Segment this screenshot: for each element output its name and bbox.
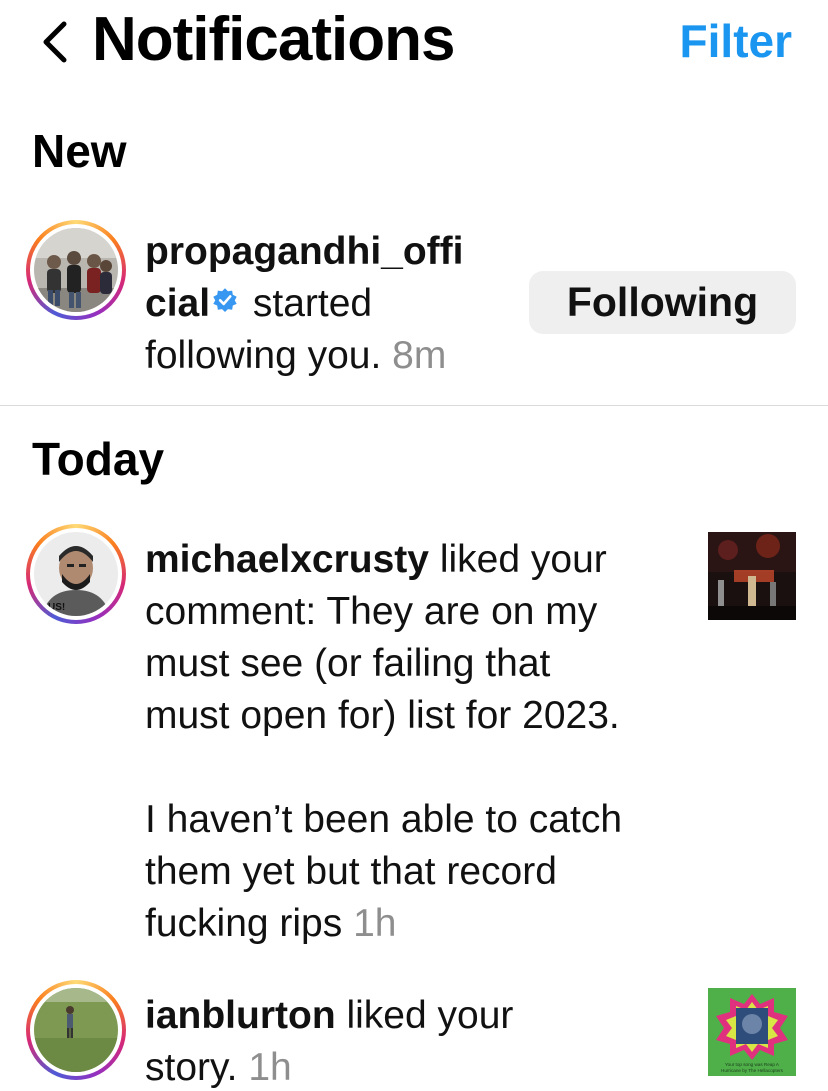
- comment-text-line: I haven’t been able to catch: [145, 798, 623, 841]
- thumb-caption: Your top song was Reap A: [725, 1062, 780, 1067]
- username[interactable]: michaelxcrusty: [145, 538, 429, 581]
- avatar[interactable]: [26, 220, 126, 320]
- filter-button[interactable]: Filter: [680, 14, 792, 68]
- action-text: started: [242, 282, 373, 325]
- username-continued[interactable]: cial: [145, 282, 210, 325]
- timestamp: 1h: [353, 902, 397, 945]
- section-title-new: New: [32, 125, 127, 177]
- avatar-image: [34, 988, 118, 1072]
- divider: [0, 405, 828, 406]
- comment-text-line: must see (or failing that: [145, 642, 551, 685]
- verified-badge-icon: [213, 288, 237, 313]
- following-button[interactable]: Following: [529, 271, 796, 334]
- comment-text-line: them yet but that record: [145, 850, 557, 893]
- chevron-left-icon: [43, 21, 67, 63]
- back-button[interactable]: [36, 16, 76, 68]
- notification-item-comment-like[interactable]: US! michaelxcrusty liked your comment: T…: [0, 524, 828, 964]
- action-text-continued: following you.: [145, 334, 382, 377]
- comment-text-line: liked your: [429, 538, 607, 581]
- page-title: Notifications: [92, 5, 455, 74]
- thumb-caption: Hurricane by The Hellacopters: [721, 1068, 784, 1073]
- comment-text-line: must open for) list for 2023.: [145, 694, 620, 737]
- notifications-screen: Notifications Filter New propagandhi_off…: [0, 0, 828, 1091]
- notification-text: michaelxcrusty liked your comment: They …: [145, 534, 685, 950]
- username[interactable]: ianblurton: [145, 994, 336, 1037]
- action-text-continued: story.: [145, 1046, 238, 1089]
- notification-item-story-like[interactable]: ianblurton liked your story. 1h Your top…: [0, 980, 828, 1091]
- notification-text: ianblurton liked your story. 1h: [145, 990, 685, 1091]
- post-thumbnail[interactable]: [708, 532, 796, 620]
- comment-text-line: fucking rips: [145, 902, 343, 945]
- timestamp: 8m: [392, 334, 447, 377]
- action-text: liked your: [335, 994, 514, 1037]
- username[interactable]: propagandhi_offi: [145, 230, 463, 273]
- avatar-image: US!: [34, 532, 118, 616]
- header: Notifications Filter: [0, 0, 828, 90]
- timestamp: 1h: [248, 1046, 292, 1089]
- avatar[interactable]: US!: [26, 524, 126, 624]
- avatar[interactable]: [26, 980, 126, 1080]
- avatar-image: [34, 228, 118, 312]
- notification-text: propagandhi_offi cial started following …: [145, 226, 515, 382]
- story-thumbnail[interactable]: Your top song was Reap A Hurricane by Th…: [708, 988, 796, 1076]
- comment-text-line: comment: They are on my: [145, 590, 598, 633]
- section-title-today: Today: [32, 433, 165, 485]
- svg-text:US!: US!: [48, 602, 65, 613]
